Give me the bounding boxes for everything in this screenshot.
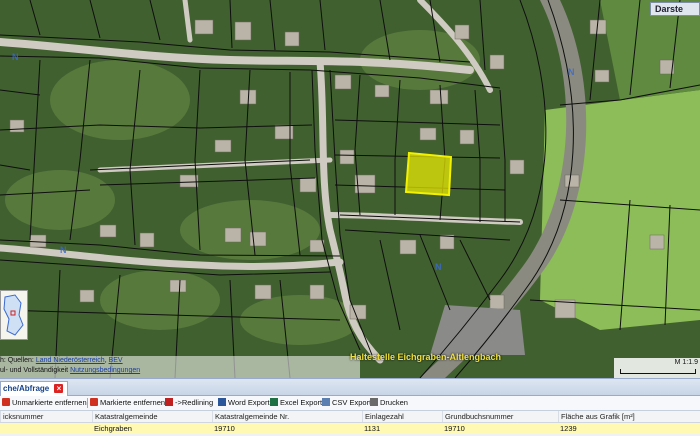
column-header-parcel-number[interactable]: icksnummer: [0, 411, 92, 422]
column-header-area[interactable]: Fläche aus Grafik [m²]: [558, 411, 700, 422]
svg-text:N: N: [568, 67, 575, 77]
redlining-icon: [165, 398, 173, 406]
cell-einlagezahl: 1131: [364, 424, 381, 433]
excel-icon: [270, 398, 278, 406]
cadastral-map[interactable]: N N N N Darste h: Quellen: Land Niederöster…: [0, 0, 700, 378]
bus-stop-label: Haltestelle Eichgraben-Altlengbach: [350, 352, 502, 362]
word-export-button[interactable]: Word Export: [218, 397, 270, 409]
map-attribution: h: Quellen: Land Niederösterreich, BEV u…: [0, 356, 360, 378]
remove-unmarked-label: Unmarkierte entfernen: [12, 398, 87, 407]
cell-grundbuchsnummer: 19710: [444, 424, 465, 433]
aerial-imagery: N N N N: [0, 0, 700, 378]
column-header-grundbuchsnummer[interactable]: Grundbuchsnummer: [442, 411, 558, 422]
overview-minimap[interactable]: [0, 290, 28, 340]
result-grid: icksnummer Katastralgemeinde Katastralge…: [0, 411, 700, 436]
table-row[interactable]: Eichgraben 19710 1131 19710 1239: [0, 423, 700, 434]
remove-unmarked-button[interactable]: Unmarkierte entfernen: [2, 397, 87, 409]
csv-export-button[interactable]: CSV Export: [322, 397, 371, 409]
terms-of-use-link[interactable]: Nutzungsbedingungen: [70, 367, 140, 374]
selected-parcel-highlight[interactable]: [404, 151, 453, 197]
toolbar-divider: [87, 398, 88, 408]
cell-cadastral-municipality: Eichgraben: [94, 424, 132, 433]
result-toolbar: Unmarkierte entfernen Markierte entferne…: [0, 396, 700, 411]
csv-icon: [322, 398, 330, 406]
scale-line: [620, 369, 696, 374]
remove-marked-label: Markierte entfernen: [100, 398, 166, 407]
svg-text:N: N: [60, 245, 67, 255]
redlining-label: ->Redlining: [175, 398, 214, 407]
word-icon: [218, 398, 226, 406]
remove-unmarked-icon: [2, 398, 10, 406]
svg-text:N: N: [12, 52, 19, 62]
print-label: Drucken: [380, 398, 408, 407]
close-icon[interactable]: ×: [54, 384, 64, 394]
attribution-disclaimer: ul- und Vollständigkeit: [0, 367, 69, 374]
redlining-button[interactable]: ->Redlining: [165, 397, 213, 409]
column-header-einlagezahl[interactable]: Einlagezahl: [362, 411, 442, 422]
svg-text:N: N: [435, 262, 442, 272]
cell-cadastral-municipality-nr: 19710: [214, 424, 235, 433]
cell-parcel-number: [0, 423, 92, 434]
excel-export-label: Excel Export: [280, 398, 323, 407]
grid-header: icksnummer Katastralgemeinde Katastralge…: [0, 411, 700, 423]
csv-export-label: CSV Export: [332, 398, 372, 407]
attribution-sources-label: h: Quellen:: [0, 357, 34, 364]
scale-text: M 1:1.9: [674, 359, 698, 366]
printer-icon: [370, 398, 378, 406]
column-header-cadastral-municipality[interactable]: Katastralgemeinde: [92, 411, 212, 422]
attribution-link-bev[interactable]: BEV: [109, 357, 123, 364]
display-button[interactable]: Darste: [650, 2, 700, 16]
cell-area: 1239: [560, 424, 577, 433]
attribution-link-noe[interactable]: Land Niederösterreich: [36, 357, 105, 364]
query-panel: che/Abfrage × Unmarkierte entfernen Mark…: [0, 378, 700, 436]
print-button[interactable]: Drucken: [370, 397, 408, 409]
word-export-label: Word Export: [228, 398, 270, 407]
remove-marked-button[interactable]: Markierte entfernen: [90, 397, 165, 409]
remove-marked-icon: [90, 398, 98, 406]
tab-label: che/Abfrage: [3, 384, 50, 393]
column-header-cadastral-municipality-nr[interactable]: Katastralgemeinde Nr.: [212, 411, 362, 422]
overview-map-shape: [3, 294, 24, 336]
excel-export-button[interactable]: Excel Export: [270, 397, 322, 409]
map-scale: M 1:1.9: [614, 358, 700, 378]
panel-tabbar: che/Abfrage ×: [0, 379, 700, 396]
tab-search-query[interactable]: che/Abfrage ×: [0, 381, 69, 396]
